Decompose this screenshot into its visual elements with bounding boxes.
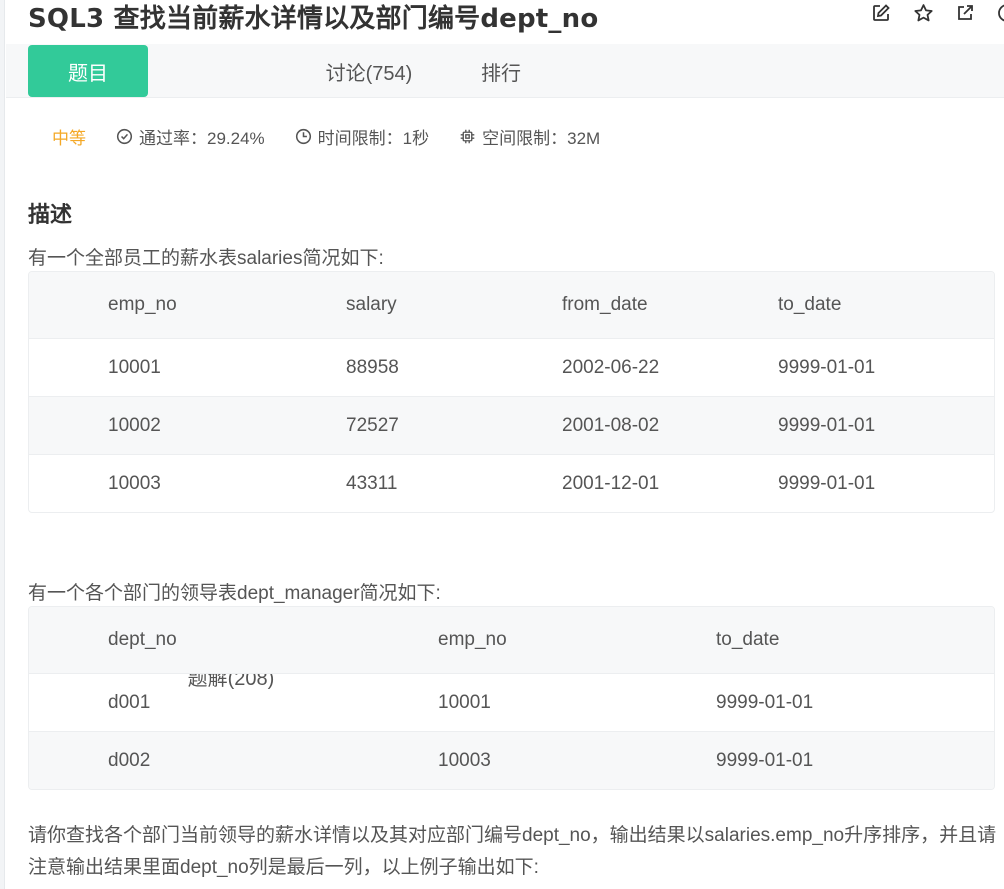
table-cell: 2001-12-01 [562,472,660,494]
table-cell: 2001-08-02 [562,414,660,436]
dept-manager-intro: 有一个各个部门的领导表dept_manager简况如下: [28,583,441,604]
table-cell: d001 [108,691,151,713]
table-cell: 9999-01-01 [778,356,876,378]
space-limit: 空间限制：32M [459,124,600,149]
salaries-intro: 有一个全部员工的薪水表salaries简况如下: [28,248,384,269]
tab-bar: 题目 题解(208) 讨论(754) 排行 [6,44,1004,690]
table-row: d001 10001 9999-01-01 [29,673,994,731]
clock-icon [295,128,311,145]
table-header-cell: to_date [716,629,780,650]
table-cell: 43311 [346,472,398,494]
difficulty-badge: 中等 [52,129,86,148]
left-border [0,0,5,889]
table-row: 10003 43311 2001-12-01 9999-01-01 [29,454,994,512]
table-cell: 9999-01-01 [778,414,876,436]
table-header-cell: emp_no [108,294,177,315]
star-icon[interactable] [912,2,934,24]
table-header-cell: to_date [778,294,842,315]
table-header-cell: emp_no [438,629,507,650]
table-cell: 9999-01-01 [716,691,814,713]
pass-rate: 通过率：29.24% [116,124,265,149]
table-cell: 10001 [108,356,161,378]
salaries-table: emp_no salary from_date to_date 10001 88… [28,271,995,513]
table-cell: 9999-01-01 [778,472,876,494]
table-cell: 10001 [438,691,491,713]
pass-rate-text: 通过率：29.24% [139,129,265,148]
table-cell: 9999-01-01 [716,749,814,771]
table-cell: 10003 [438,749,491,771]
title-actions [870,2,1004,24]
table-cell: 72527 [346,414,399,436]
table-header-cell: salary [346,294,397,315]
chip-icon [460,129,475,144]
table-header-cell: dept_no [108,629,177,650]
time-limit-text: 时间限制：1秒 [317,129,430,148]
title-row: SQL3 查找当前薪水详情以及部门编号dept_no [28,0,598,36]
problem-meta: 中等 通过率：29.24% 时间限制：1秒 空间限制：32M [52,124,630,149]
description-heading: 描述 [28,202,73,227]
table-header-cell: from_date [562,294,648,315]
table-row: d002 10003 9999-01-01 [29,731,994,789]
table-cell: 10003 [108,472,161,494]
table-header-row: dept_no emp_no to_date [29,607,994,673]
tab-discussion[interactable]: 讨论(754) [304,45,434,97]
tab-ranking[interactable]: 排行 [456,45,546,97]
table-row: 10002 72527 2001-08-02 9999-01-01 [29,396,994,454]
tab-problem[interactable]: 题目 [28,45,148,97]
table-cell: 2002-06-22 [562,356,660,378]
space-limit-text: 空间限制：32M [482,129,601,148]
check-circle-icon [116,128,133,145]
table-cell: d002 [108,749,151,771]
table-cell: 88958 [346,356,399,378]
more-icon[interactable] [996,2,1004,24]
table-cell: 10002 [108,414,161,436]
dept-manager-table: dept_no emp_no to_date d001 10001 9999-0… [28,606,995,790]
table-header-row: emp_no salary from_date to_date [29,272,994,338]
edit-icon[interactable] [870,2,892,24]
page-title: SQL3 查找当前薪水详情以及部门编号dept_no [28,3,599,34]
external-link-icon[interactable] [954,2,976,24]
question-text: 请你查找各个部门当前领导的薪水详情以及其对应部门编号dept_no，输出结果以s… [28,825,997,878]
table-row: 10001 88958 2002-06-22 9999-01-01 [29,338,994,396]
time-limit: 时间限制：1秒 [295,124,429,149]
